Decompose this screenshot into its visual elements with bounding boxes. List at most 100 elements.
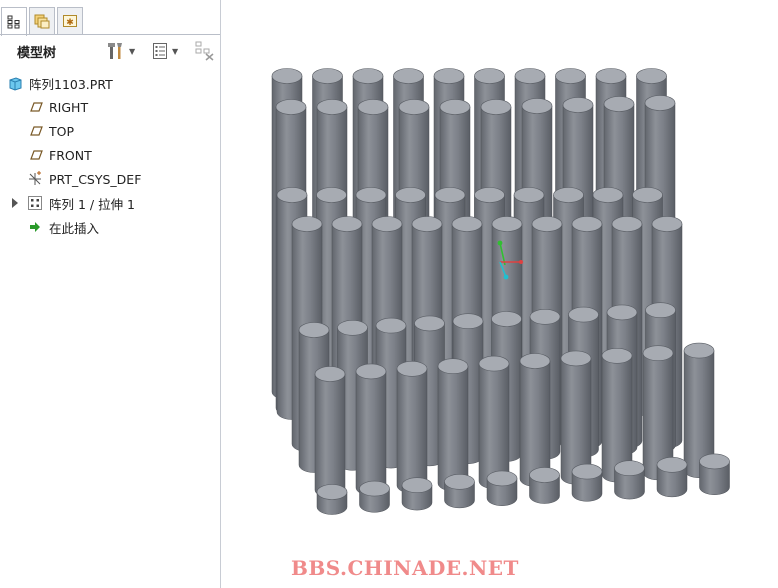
tree-item-insert-here[interactable]: 在此插入 xyxy=(0,216,220,238)
cylinder-top-face[interactable] xyxy=(562,97,594,113)
cylinder-top-face[interactable] xyxy=(474,68,505,84)
tree-item-pattern[interactable]: 阵列 1 / 拉伸 1 xyxy=(0,192,220,214)
cylinder-top-face[interactable] xyxy=(632,187,663,203)
cylinder-top-face[interactable] xyxy=(401,477,433,494)
cylinder-top-face[interactable] xyxy=(316,187,347,203)
folder-browser-tab[interactable] xyxy=(29,7,55,34)
cylinder-top-face[interactable] xyxy=(352,68,384,84)
insert-here-arrow-icon xyxy=(30,222,40,232)
tree-item-label: 阵列 1 / 拉伸 1 xyxy=(49,196,136,212)
cylinder-top-face[interactable] xyxy=(371,216,403,232)
cylinder-top-face[interactable] xyxy=(699,453,730,470)
cylinder-top-face[interactable] xyxy=(271,68,303,84)
cylinder-top-face[interactable] xyxy=(331,216,363,232)
tree-item-label: PRT_CSYS_DEF xyxy=(49,171,142,187)
cylinder-top-face[interactable] xyxy=(291,216,323,232)
cylinder-top-face[interactable] xyxy=(433,68,465,84)
cylinder-top-face[interactable] xyxy=(614,460,645,477)
cylinder-top-face[interactable] xyxy=(601,347,633,364)
graphics-viewport[interactable] xyxy=(221,0,778,588)
cylinder-top-face[interactable] xyxy=(568,306,599,323)
tree-item-front[interactable]: FRONT xyxy=(0,144,220,166)
cylinder-top-face[interactable] xyxy=(521,98,553,114)
favorites-tab[interactable]: ✱ xyxy=(57,7,83,34)
show-button[interactable]: ▼ xyxy=(152,40,178,62)
cylinder-top-face[interactable] xyxy=(474,187,505,203)
datum-plane-icon xyxy=(30,150,43,160)
cylinder-top-face[interactable] xyxy=(396,360,428,377)
cylinder-top-face[interactable] xyxy=(451,216,483,232)
cylinder-top-face[interactable] xyxy=(355,363,387,380)
tree-item-part[interactable]: 阵列1103.PRT xyxy=(0,72,220,94)
cylinder-top-face[interactable] xyxy=(316,484,348,500)
cylinder-top-face[interactable] xyxy=(355,187,387,203)
cylinder-top-face[interactable] xyxy=(480,99,512,115)
cylinder-top-face[interactable] xyxy=(644,95,676,111)
cylinder-top-face[interactable] xyxy=(531,216,563,232)
cylinder-top-face[interactable] xyxy=(444,473,475,490)
cylinder-top-face[interactable] xyxy=(486,470,518,487)
cylinder-body[interactable] xyxy=(314,373,346,498)
cylinder-top-face[interactable] xyxy=(314,366,346,382)
cylinder-top-face[interactable] xyxy=(357,99,389,115)
tree-item-top[interactable]: TOP xyxy=(0,120,220,142)
cylinder-top-face[interactable] xyxy=(611,216,643,232)
cylinder-top-face[interactable] xyxy=(519,353,551,369)
tree-item-csys[interactable]: PRT_CSYS_DEF xyxy=(0,168,220,190)
chevron-down-icon: ▼ xyxy=(172,46,179,56)
cylinder-body[interactable] xyxy=(355,371,387,496)
cylinder-top-face[interactable] xyxy=(398,99,430,115)
cylinder-top-face[interactable] xyxy=(359,480,390,497)
cylinder-top-face[interactable] xyxy=(603,96,635,112)
cylinder-top-face[interactable] xyxy=(491,311,522,327)
cylinder-top-face[interactable] xyxy=(478,355,510,372)
cylinder-top-face[interactable] xyxy=(375,317,407,334)
cylinder-top-face[interactable] xyxy=(571,216,603,232)
cylinder-top-face[interactable] xyxy=(606,304,638,321)
cylinder-top-face[interactable] xyxy=(529,467,560,483)
cylinder-pattern-model[interactable] xyxy=(221,0,778,588)
cylinder-top-face[interactable] xyxy=(636,68,667,84)
cylinder-top-face[interactable] xyxy=(595,68,627,84)
tree-item-label: 在此插入 xyxy=(49,220,100,236)
cylinder-top-face[interactable] xyxy=(513,187,545,203)
cylinder-top-face[interactable] xyxy=(395,187,426,203)
cylinder-body[interactable] xyxy=(478,363,510,489)
cylinder-top-face[interactable] xyxy=(275,99,307,115)
model-tree-tab[interactable] xyxy=(1,7,27,36)
cylinder-top-face[interactable] xyxy=(553,187,584,203)
expand-arrow-icon[interactable] xyxy=(12,198,18,208)
cylinder-top-face[interactable] xyxy=(571,463,603,480)
cylinder-top-face[interactable] xyxy=(312,68,343,84)
cylinder-top-face[interactable] xyxy=(298,322,330,338)
cylinder-top-face[interactable] xyxy=(491,216,523,232)
cylinder-top-face[interactable] xyxy=(514,68,546,84)
settings-button[interactable]: ▼ xyxy=(107,40,135,62)
cylinder-top-face[interactable] xyxy=(452,313,484,330)
tree-item-label: FRONT xyxy=(49,147,92,163)
cylinder-top-face[interactable] xyxy=(651,216,683,232)
cylinder-top-face[interactable] xyxy=(437,358,469,375)
cylinder-top-face[interactable] xyxy=(439,99,471,115)
tree-item-right[interactable]: RIGHT xyxy=(0,96,220,118)
pattern-icon xyxy=(28,196,42,210)
cylinder-top-face[interactable] xyxy=(337,319,368,336)
cylinder-body[interactable] xyxy=(396,368,428,494)
cylinder-top-face[interactable] xyxy=(642,345,674,362)
cylinder-top-face[interactable] xyxy=(656,456,688,473)
cylinder-top-face[interactable] xyxy=(393,68,424,84)
cylinder-top-face[interactable] xyxy=(316,99,348,115)
cylinder-top-face[interactable] xyxy=(592,187,624,203)
cylinder-top-face[interactable] xyxy=(683,342,715,359)
cylinder-top-face[interactable] xyxy=(434,187,466,203)
cylinder-top-face[interactable] xyxy=(529,308,561,325)
cylinder-body[interactable] xyxy=(437,365,469,492)
cylinder-top-face[interactable] xyxy=(555,68,586,84)
cylinder-top-face[interactable] xyxy=(560,350,592,367)
cylinder-top-face[interactable] xyxy=(414,315,445,332)
filter-button[interactable] xyxy=(195,40,215,62)
cylinder-top-face[interactable] xyxy=(411,216,443,232)
cylinder-top-face[interactable] xyxy=(645,302,676,319)
datum-plane-icon xyxy=(30,102,43,112)
cylinder-top-face[interactable] xyxy=(276,187,308,203)
